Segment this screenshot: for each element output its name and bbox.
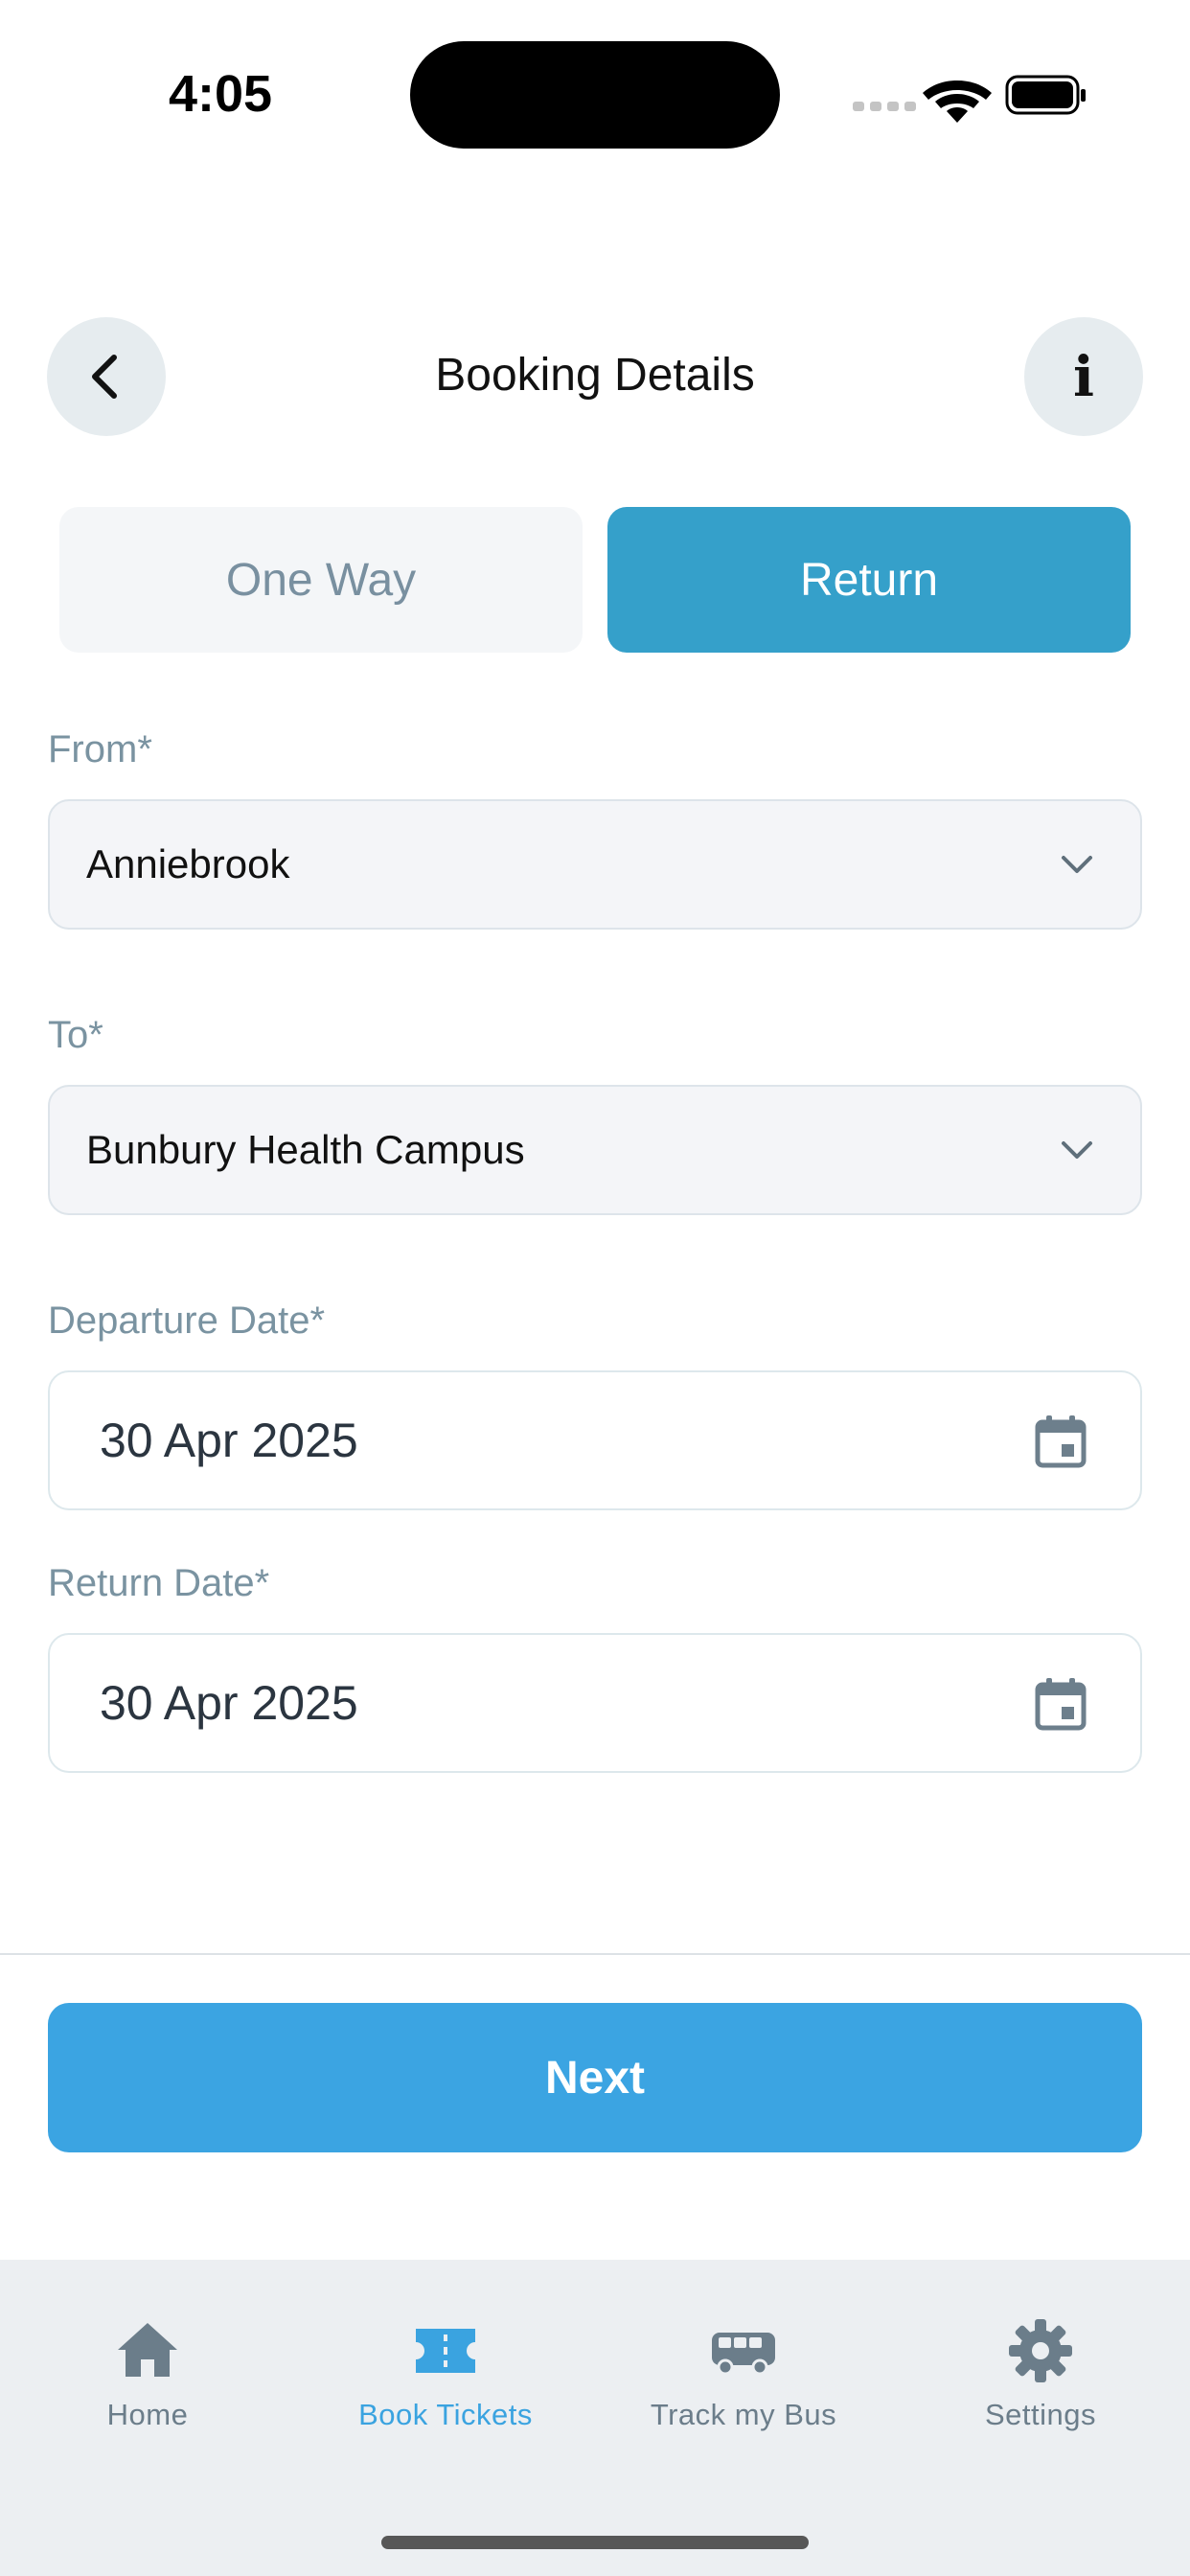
info-icon: i bbox=[1072, 344, 1095, 409]
to-select[interactable]: Bunbury Health Campus bbox=[48, 1085, 1142, 1215]
to-label: To* bbox=[48, 1014, 103, 1056]
tab-home-label: Home bbox=[106, 2398, 189, 2431]
from-label: From* bbox=[48, 728, 152, 770]
to-value: Bunbury Health Campus bbox=[86, 1127, 525, 1172]
tab-book-tickets-label: Book Tickets bbox=[358, 2398, 533, 2431]
one-way-toggle[interactable]: One Way bbox=[59, 507, 583, 653]
tab-home[interactable]: Home bbox=[4, 2317, 291, 2442]
wifi-icon bbox=[923, 80, 992, 123]
calendar-icon[interactable] bbox=[1033, 1414, 1088, 1469]
tab-bar: Home Book Tickets Track my Bus Settings bbox=[0, 2260, 1190, 2576]
dynamic-island bbox=[410, 41, 780, 149]
chevron-left-icon bbox=[92, 355, 117, 399]
battery-icon bbox=[1005, 75, 1086, 115]
calendar-icon[interactable] bbox=[1033, 1676, 1088, 1732]
home-icon bbox=[118, 2323, 177, 2377]
return-date-field[interactable]: 30 Apr 2025 bbox=[48, 1633, 1142, 1773]
booking-details-screen: 4:05 Booking Details i One Way Return Fr… bbox=[0, 0, 1190, 2576]
chevron-down-icon bbox=[1062, 1141, 1092, 1159]
status-icons bbox=[853, 75, 1086, 123]
from-value: Anniebrook bbox=[86, 841, 290, 886]
bus-icon bbox=[712, 2333, 775, 2376]
info-button[interactable]: i bbox=[1024, 317, 1143, 436]
home-indicator bbox=[381, 2536, 809, 2549]
tab-track-my-bus-label: Track my Bus bbox=[650, 2398, 837, 2431]
departure-date-value: 30 Apr 2025 bbox=[100, 1414, 358, 1467]
return-date-label: Return Date* bbox=[48, 1562, 270, 1604]
return-toggle[interactable]: Return bbox=[607, 507, 1131, 653]
tab-settings[interactable]: Settings bbox=[897, 2317, 1184, 2442]
tab-settings-label: Settings bbox=[984, 2398, 1096, 2431]
tab-track-my-bus[interactable]: Track my Bus bbox=[600, 2317, 887, 2442]
gear-icon bbox=[1009, 2319, 1072, 2382]
tab-book-tickets[interactable]: Book Tickets bbox=[302, 2317, 589, 2442]
next-button[interactable]: Next bbox=[48, 2003, 1142, 2152]
departure-date-label: Departure Date* bbox=[48, 1300, 326, 1342]
return-date-value: 30 Apr 2025 bbox=[100, 1676, 358, 1730]
ticket-icon bbox=[416, 2329, 475, 2373]
back-button[interactable] bbox=[47, 317, 166, 436]
cellular-signal-icon bbox=[853, 102, 916, 111]
chevron-down-icon bbox=[1062, 856, 1092, 873]
page-title: Booking Details bbox=[435, 350, 755, 401]
footer-divider bbox=[0, 1953, 1190, 1955]
from-select[interactable]: Anniebrook bbox=[48, 799, 1142, 930]
departure-date-field[interactable]: 30 Apr 2025 bbox=[48, 1370, 1142, 1510]
status-time: 4:05 bbox=[168, 65, 273, 123]
